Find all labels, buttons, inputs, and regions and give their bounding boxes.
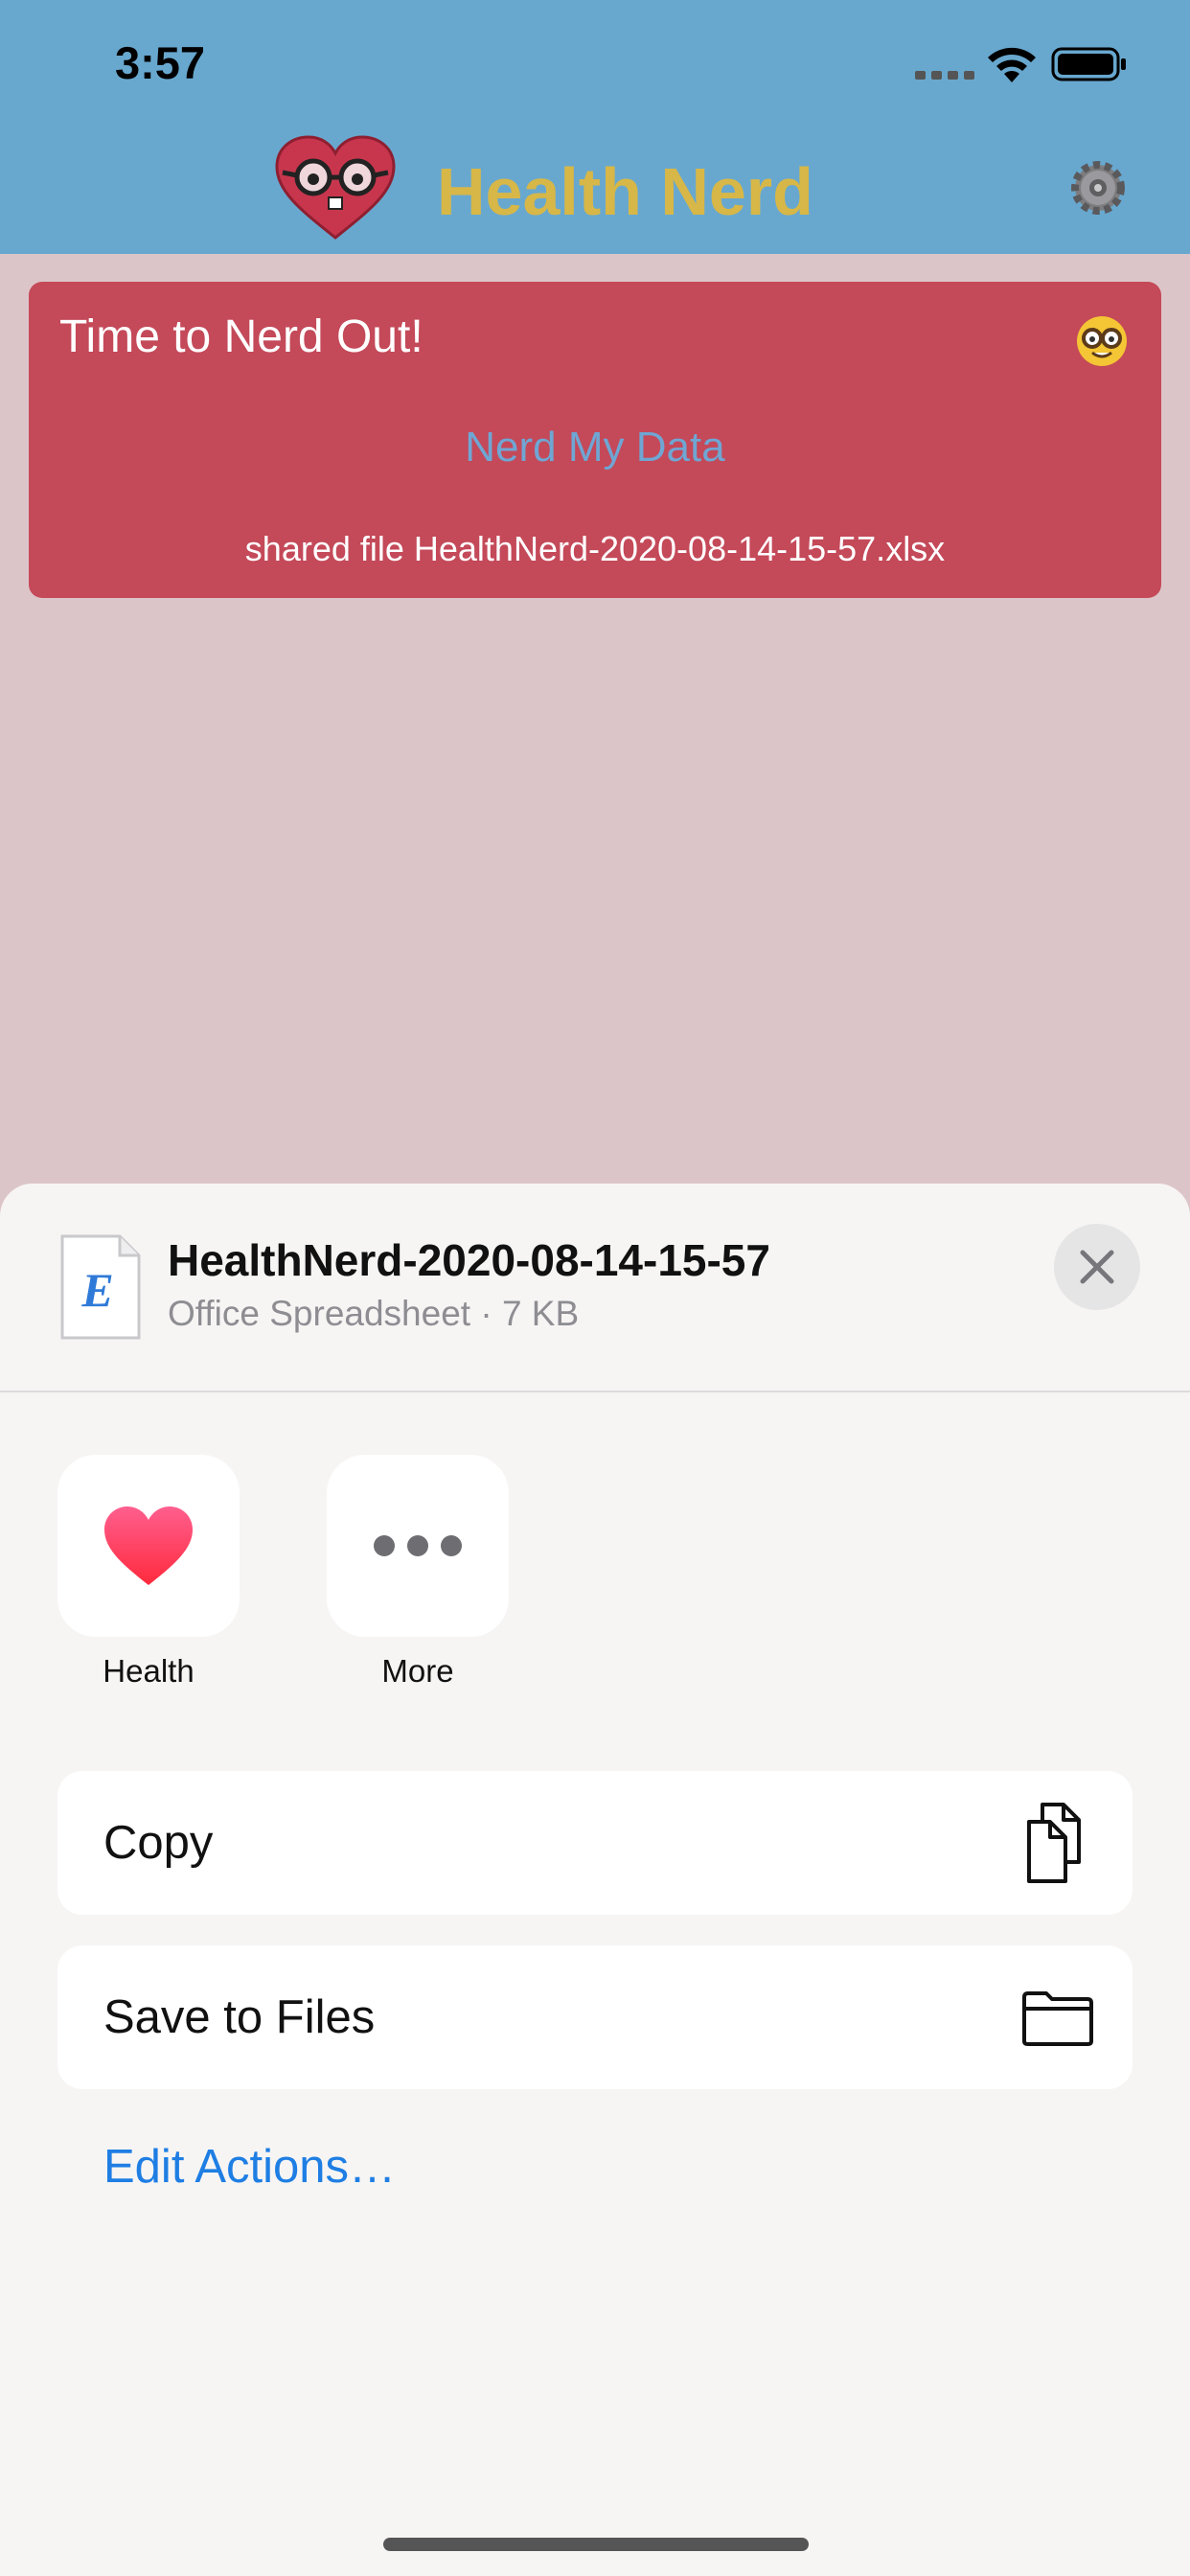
save-to-files-action[interactable]: Save to Files: [57, 1945, 1133, 2089]
folder-icon: [1022, 1991, 1093, 2046]
heart-icon: [104, 1506, 193, 1585]
app-title: Health Nerd: [437, 154, 813, 229]
close-icon: [1080, 1250, 1114, 1284]
nerd-out-card: Time to Nerd Out! Nerd My Data shared fi…: [29, 282, 1161, 598]
close-button[interactable]: [1054, 1224, 1140, 1310]
more-apps-button[interactable]: [327, 1455, 509, 1637]
screen: 3:57 Health Nerd Time to Nerd Out! Nerd …: [0, 0, 1190, 2576]
more-apps-label: More: [381, 1653, 454, 1689]
card-title: Time to Nerd Out!: [59, 311, 423, 362]
shared-file-status: shared file HealthNerd-2020-08-14-15-57.…: [244, 529, 946, 568]
wifi-icon: [988, 47, 1036, 82]
battery-icon: [1051, 47, 1126, 81]
divider: [0, 1391, 1190, 1392]
copy-icon: [1027, 1803, 1081, 1883]
spreadsheet-file-icon: E: [60, 1234, 141, 1340]
home-indicator[interactable]: [383, 2538, 809, 2551]
settings-gear-icon[interactable]: [1068, 158, 1128, 218]
nerd-my-data-button[interactable]: Nerd My Data: [29, 424, 1161, 472]
edit-actions-link[interactable]: Edit Actions…: [103, 2140, 396, 2194]
health-app-button[interactable]: [57, 1455, 240, 1637]
copy-action-label: Copy: [103, 1817, 214, 1869]
nerd-face-emoji-icon: [1077, 316, 1127, 366]
file-icon-letter: E: [80, 1263, 113, 1317]
more-icon: [374, 1535, 462, 1556]
file-subtitle: Office Spreadsheet · 7 KB: [168, 1294, 580, 1333]
save-to-files-action-label: Save to Files: [103, 1991, 376, 2043]
share-sheet: E HealthNerd-2020-08-14-15-57 Office Spr…: [0, 1184, 1190, 2576]
health-app-label: Health: [103, 1653, 195, 1689]
file-name: HealthNerd-2020-08-14-15-57: [168, 1235, 770, 1285]
app-logo-heart-icon: [275, 135, 396, 240]
cellular-signal-icon: [915, 71, 974, 80]
status-time: 3:57: [115, 37, 206, 88]
app-header: 3:57 Health Nerd: [0, 0, 1190, 254]
copy-action[interactable]: Copy: [57, 1771, 1133, 1915]
